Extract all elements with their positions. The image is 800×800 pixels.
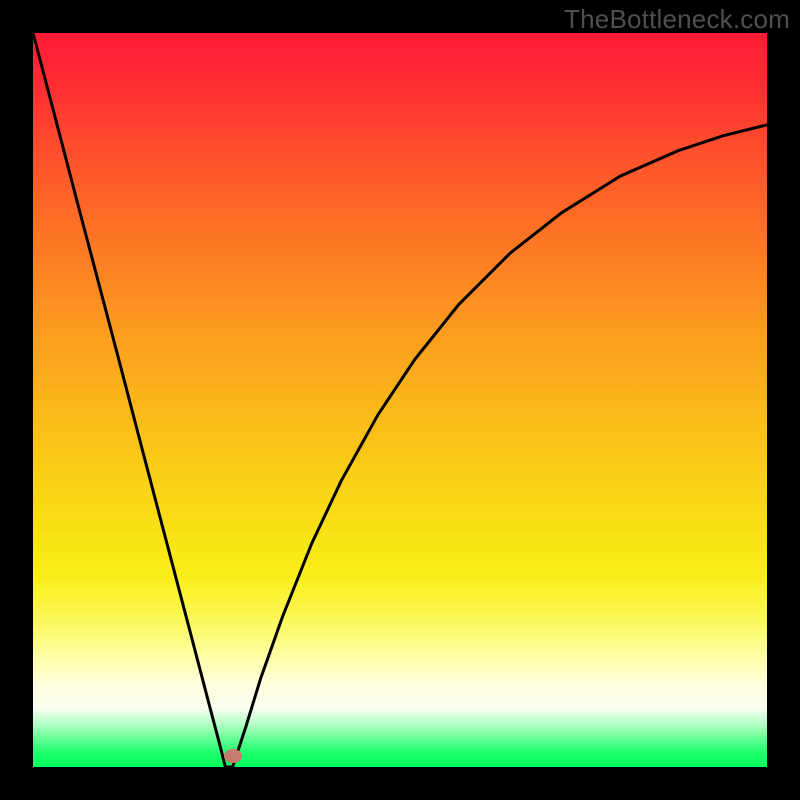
chart-frame: TheBottleneck.com: [0, 0, 800, 800]
optimal-point-marker: [224, 749, 242, 763]
plot-area: [33, 33, 767, 767]
attribution-text: TheBottleneck.com: [564, 4, 790, 35]
bottleneck-curve: [33, 33, 767, 767]
